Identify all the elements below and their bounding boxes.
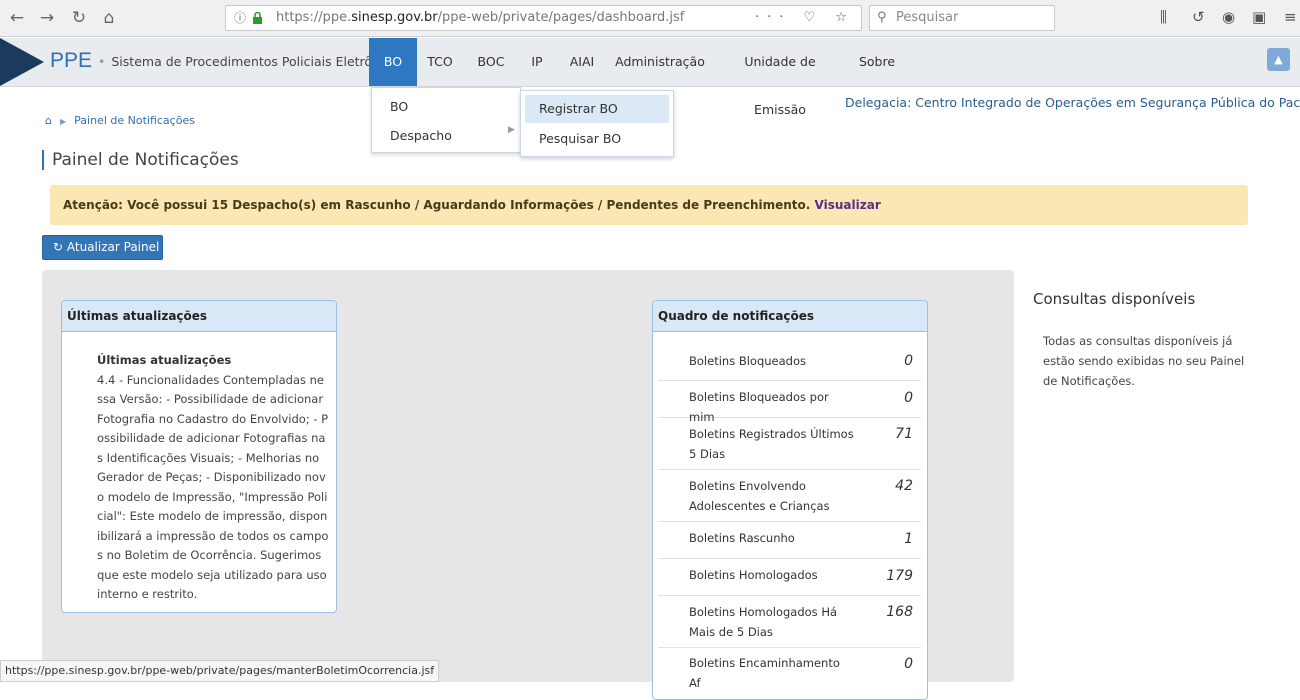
notif-row[interactable]: Boletins Envolvendo Adolescentes e Crian… [658, 470, 921, 522]
menu-sobre[interactable]: Sobre [854, 38, 900, 86]
submenu-registrar-bo[interactable]: Registrar BO [525, 95, 669, 123]
menu-boc[interactable]: BOC [473, 38, 509, 86]
library-icon[interactable]: ⫼ [1160, 8, 1167, 26]
home-icon[interactable]: ⌂ [45, 114, 52, 127]
chevron-right-icon: ▶ [508, 125, 515, 135]
notif-label: Boletins Encaminhamento Af [689, 656, 840, 690]
url-bar[interactable]: ⓘ https://ppe.sinesp.gov.br/ppe-web/priv… [225, 5, 862, 31]
notif-row[interactable]: Boletins Rascunho 1 [658, 522, 921, 559]
updates-card-header: Últimas atualizações [62, 301, 336, 332]
notif-label: Boletins Registrados Últimos 5 Dias [689, 427, 854, 461]
status-bar: https://ppe.sinesp.gov.br/ppe-web/privat… [0, 660, 440, 682]
notifications-card-header: Quadro de notificações [653, 301, 927, 332]
refresh-icon: ↻ [53, 240, 64, 254]
notif-count: 179 [886, 568, 913, 584]
notif-count: 1 [904, 531, 913, 547]
menu-tco[interactable]: TCO [422, 38, 458, 86]
notif-count: 168 [886, 604, 913, 620]
delegacia-label: Delegacia: Centro Integrado de Operações… [845, 95, 1300, 110]
alert-view-link[interactable]: Visualizar [815, 198, 881, 212]
bo-dropdown-menu: BO Despacho ▶ [371, 87, 521, 153]
browser-toolbar: ← → ↻ ⌂ ⓘ https://ppe.sinesp.gov.br/ppe-… [0, 0, 1300, 37]
url-text: https://ppe.sinesp.gov.br/ppe-web/privat… [276, 10, 685, 25]
search-icon: ⚲ [877, 10, 887, 25]
notif-label: Boletins Envolvendo Adolescentes e Crian… [689, 479, 830, 513]
logo-mark [0, 38, 44, 86]
notifications-card: Quadro de notificações Boletins Bloquead… [652, 300, 928, 700]
side-text: Todas as consultas disponíveis já estão … [1043, 334, 1245, 388]
alert-banner: Atenção: Você possui 15 Despacho(s) em R… [50, 185, 1248, 225]
notif-count: 42 [895, 478, 913, 494]
updates-card: Últimas atualizações Últimas atualizaçõe… [61, 300, 337, 613]
menu-aiai[interactable]: AIAI [563, 38, 601, 86]
sidebar-icon[interactable]: ▣ [1252, 8, 1266, 26]
extension-icon[interactable]: ◉ [1222, 8, 1235, 26]
history-icon[interactable]: ↺ [1192, 8, 1205, 26]
alert-text: Atenção: Você possui 15 Despacho(s) em R… [63, 198, 811, 212]
bo-submenu: Registrar BO Pesquisar BO [520, 90, 674, 157]
refresh-panel-button[interactable]: ↻ Atualizar Painel [42, 235, 163, 260]
notif-count: 71 [895, 426, 913, 442]
notif-label: Boletins Homologados Há Mais de 5 Dias [689, 605, 838, 639]
forward-icon[interactable]: → [36, 7, 58, 29]
notif-row[interactable]: Boletins Bloqueados 0 [658, 335, 921, 381]
menu-unidade-emissao[interactable]: Unidade de Emissão [718, 38, 842, 117]
notif-count: 0 [904, 656, 913, 672]
chevron-right-icon: ▶ [59, 117, 67, 126]
notif-row[interactable]: Boletins Registrados Últimos 5 Dias 71 [658, 418, 921, 470]
breadcrumb: ⌂ ▶ Painel de Notificações [45, 114, 195, 127]
home-icon[interactable]: ⌂ [98, 7, 120, 29]
browser-search-input[interactable]: ⚲ Pesquisar [869, 5, 1055, 31]
system-subtitle: • Sistema de Procedimentos Policiais Elet… [98, 54, 405, 69]
notif-label: Boletins Homologados [689, 568, 818, 582]
side-title: Consultas disponíveis [1033, 290, 1196, 308]
back-icon[interactable]: ← [6, 7, 28, 29]
notif-label: Boletins Bloqueados [689, 354, 806, 368]
notif-row[interactable]: Boletins Homologados Há Mais de 5 Dias 1… [658, 596, 921, 648]
notif-row[interactable]: Boletins Bloqueados por mim 0 [658, 381, 921, 424]
menu-administracao[interactable]: Administração [615, 38, 705, 86]
scroll-up-button[interactable]: ▲ [1267, 48, 1290, 71]
logo-text[interactable]: PPE [50, 49, 92, 73]
notif-row[interactable]: Boletins Homologados 179 [658, 559, 921, 596]
lock-icon [253, 12, 262, 24]
app-header: PPE • Sistema de Procedimentos Policiais … [0, 38, 1300, 117]
notif-label: Boletins Rascunho [689, 531, 795, 545]
menu-ip[interactable]: IP [524, 38, 550, 86]
submenu-pesquisar-bo[interactable]: Pesquisar BO [525, 125, 669, 153]
dropdown-item-despacho[interactable]: Despacho [390, 128, 452, 143]
menu-bo[interactable]: BO [369, 38, 417, 86]
reload-icon[interactable]: ↻ [68, 7, 90, 29]
notif-row[interactable]: Boletins Encaminhamento Af 0 [658, 648, 921, 700]
dashboard-panel: Últimas atualizações Últimas atualizaçõe… [42, 270, 1014, 700]
dropdown-item-bo[interactable]: BO [390, 99, 408, 114]
updates-content: Últimas atualizações 4.4 - Funcionalidad… [97, 351, 329, 605]
page-title: Painel de Notificações [42, 150, 239, 170]
page-actions-icon[interactable]: ··· ♡ ☆ [755, 6, 855, 30]
breadcrumb-current[interactable]: Painel de Notificações [74, 114, 195, 127]
menu-icon[interactable]: ≡ [1284, 8, 1297, 26]
notif-count: 0 [904, 353, 913, 369]
updates-title: Últimas atualizações [97, 353, 232, 367]
info-icon[interactable]: ⓘ [234, 6, 246, 30]
notif-count: 0 [904, 390, 913, 406]
updates-text: 4.4 - Funcionalidades Contempladas nessa… [97, 372, 329, 602]
